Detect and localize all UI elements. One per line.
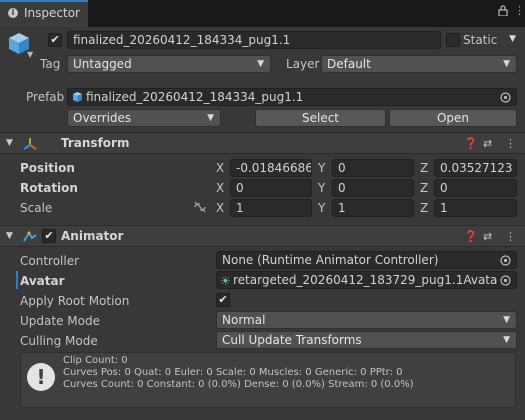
tag-label: Tag (40, 57, 61, 71)
position-label: Position (20, 161, 75, 175)
scale-x-label[interactable]: X (216, 201, 224, 215)
update-mode-dropdown[interactable]: Normal ▼ (216, 311, 517, 329)
help-icon[interactable]: ❓ (464, 230, 478, 243)
culling-mode-label: Culling Mode (20, 334, 98, 348)
scale-y-label[interactable]: Y (318, 201, 325, 215)
kebab-menu-icon[interactable]: ⋮ (505, 230, 516, 243)
rotation-x-label[interactable]: X (216, 181, 224, 195)
scale-y-field[interactable]: 1 (332, 199, 414, 217)
avatar-label: Avatar (20, 274, 65, 288)
tab-inspector[interactable]: i Inspector (0, 0, 88, 27)
curves-count-text: Curves Count: 0 Constant: 0 (0.0%) Dense… (63, 379, 414, 390)
overrides-dropdown[interactable]: Overrides ▼ (67, 109, 221, 127)
scale-z-field[interactable]: 1 (434, 199, 517, 217)
info-icon: ! (27, 363, 55, 391)
tab-title: Inspector (24, 6, 80, 20)
static-label: Static (463, 33, 498, 47)
kebab-menu-icon[interactable]: ⋮ (514, 4, 525, 17)
layer-label: Layer (286, 57, 320, 71)
static-checkbox[interactable] (446, 33, 460, 47)
controller-field[interactable]: None (Runtime Animator Controller) (216, 251, 517, 269)
scale-x-field[interactable]: 1 (230, 199, 312, 217)
animator-icon (22, 229, 38, 248)
animator-info-box: ! Clip Count: 0 Curves Pos: 0 Quat: 0 Eu… (20, 352, 516, 408)
tab-bar: i Inspector ⋮ (0, 0, 525, 27)
scale-z-label[interactable]: Z (420, 201, 428, 215)
rotation-y-field[interactable]: 0 (332, 179, 414, 197)
apply-root-motion-label: Apply Root Motion (20, 294, 130, 308)
scale-label: Scale (20, 201, 53, 215)
link-off-icon[interactable] (193, 201, 207, 216)
kebab-menu-icon[interactable]: ⋮ (505, 137, 516, 150)
static-dropdown[interactable]: ▼ (500, 31, 520, 49)
icon-dropdown-arrow[interactable]: ▼ (27, 50, 33, 59)
curves-pos-text: Curves Pos: 0 Quat: 0 Euler: 0 Scale: 0 … (63, 367, 403, 378)
position-x-label[interactable]: X (216, 161, 224, 175)
rotation-label: Rotation (20, 181, 78, 195)
layer-value: Default (327, 57, 371, 71)
info-icon: i (8, 8, 18, 18)
prefab-value: finalized_20260412_184334_pug1.1 (86, 90, 304, 104)
tag-value: Untagged (73, 57, 132, 71)
chevron-down-icon: ▼ (207, 113, 214, 123)
animator-enabled-checkbox[interactable]: ✔ (42, 229, 56, 243)
chevron-down-icon: ▼ (503, 315, 510, 325)
apply-root-motion-checkbox[interactable]: ✔ (216, 293, 230, 307)
position-z-field[interactable]: 0.03527123 (434, 159, 517, 177)
chevron-down-icon: ▼ (503, 59, 510, 69)
presets-icon[interactable]: ⇄ (483, 137, 492, 150)
foldout-arrow-icon[interactable]: ▼ (6, 138, 13, 148)
culling-mode-dropdown[interactable]: Cull Update Transforms ▼ (216, 331, 517, 349)
layer-dropdown[interactable]: Default ▼ (321, 55, 517, 73)
rotation-z-field[interactable]: 0 (434, 179, 517, 197)
position-z-label[interactable]: Z (420, 161, 428, 175)
rotation-y-label[interactable]: Y (318, 181, 325, 195)
update-mode-label: Update Mode (20, 314, 100, 328)
animator-title: Animator (61, 229, 124, 243)
controller-label: Controller (20, 254, 80, 268)
prefab-field[interactable]: finalized_20260412_184334_pug1.1 (67, 88, 517, 106)
help-icon[interactable]: ❓ (464, 137, 478, 150)
active-checkbox[interactable]: ✔ (48, 33, 62, 47)
avatar-icon: ☀ (220, 274, 231, 288)
avatar-field[interactable]: ☀ retargeted_20260412_183729_pug1.1Avata… (216, 271, 517, 289)
rotation-z-label[interactable]: Z (420, 181, 428, 195)
modified-indicator (16, 271, 18, 289)
clip-count-text: Clip Count: 0 (63, 355, 128, 366)
select-button[interactable]: Select (255, 109, 386, 127)
name-field[interactable]: finalized_20260412_184334_pug1.1 (67, 31, 441, 49)
object-picker-icon[interactable] (498, 272, 511, 288)
object-picker-icon[interactable] (500, 252, 511, 268)
transform-title: Transform (61, 136, 130, 150)
culling-mode-value: Cull Update Transforms (222, 333, 362, 347)
animator-header[interactable]: ▼ ✔ Animator ❓ ⇄ ⋮ (0, 225, 525, 247)
tag-dropdown[interactable]: Untagged ▼ (67, 55, 271, 73)
object-picker-icon[interactable] (500, 89, 511, 105)
presets-icon[interactable]: ⇄ (483, 230, 492, 243)
foldout-arrow-icon[interactable]: ▼ (6, 231, 13, 241)
update-mode-value: Normal (222, 313, 266, 327)
controller-value: None (Runtime Animator Controller) (222, 253, 439, 267)
overrides-label: Overrides (73, 111, 132, 125)
position-y-label[interactable]: Y (318, 161, 325, 175)
transform-header[interactable]: ▼ Transform ❓ ⇄ ⋮ (0, 132, 525, 154)
position-x-field[interactable]: -0.01846686 (230, 159, 312, 177)
transform-icon (22, 136, 38, 155)
open-button[interactable]: Open (389, 109, 517, 127)
lock-icon[interactable] (498, 5, 508, 19)
chevron-down-icon: ▼ (257, 59, 264, 69)
prefab-label: Prefab (26, 90, 65, 104)
position-y-field[interactable]: 0 (332, 159, 414, 177)
prefab-cube-icon (72, 91, 83, 105)
rotation-x-field[interactable]: 0 (230, 179, 312, 197)
avatar-value: retargeted_20260412_183729_pug1.1Avatar (233, 273, 503, 287)
chevron-down-icon: ▼ (503, 335, 510, 345)
